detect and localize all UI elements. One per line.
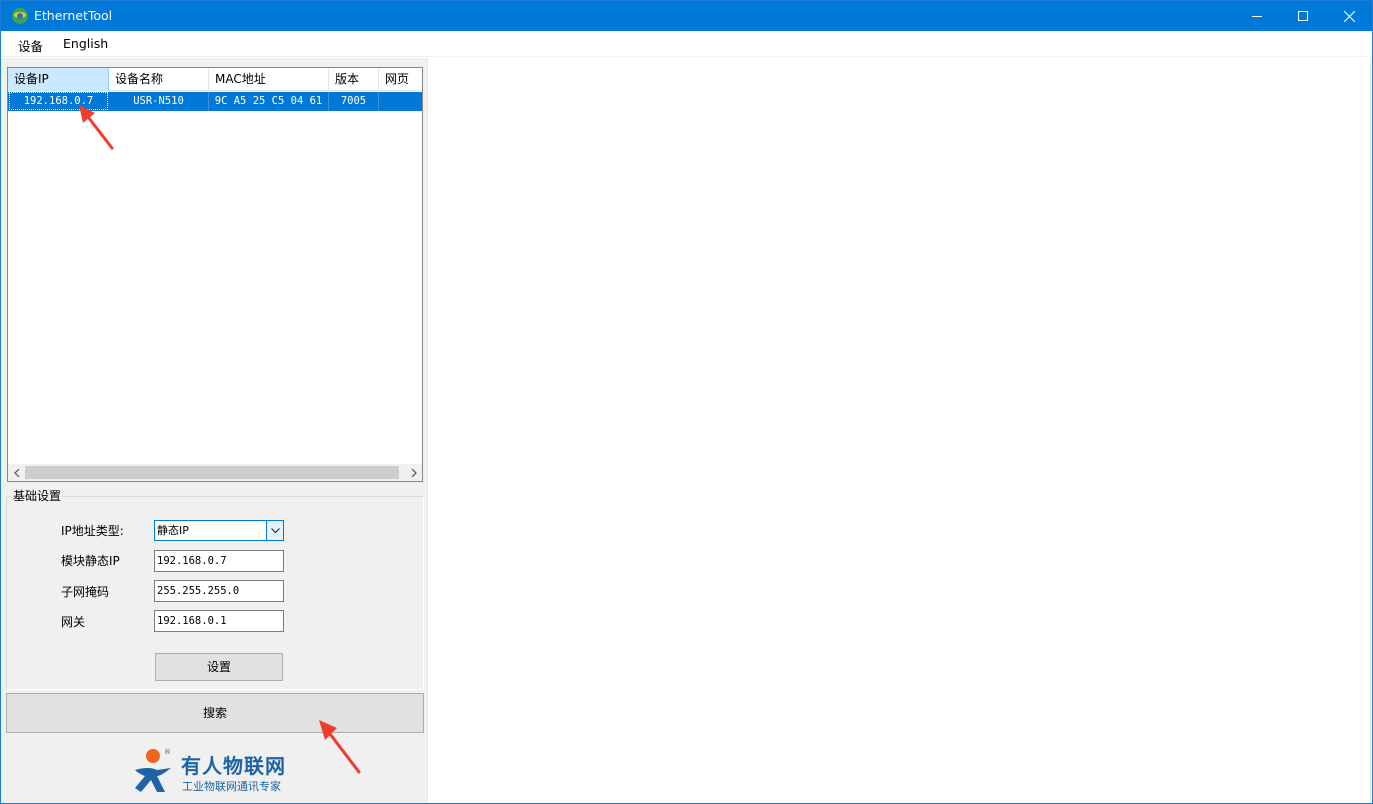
logo-mark-icon <box>135 749 171 792</box>
registered-mark: ® <box>164 748 171 756</box>
subnet-mask-label: 子网掩码 <box>61 585 110 599</box>
close-button[interactable] <box>1326 1 1372 31</box>
scroll-right-button[interactable] <box>405 464 422 481</box>
window-title: EthernetTool <box>34 8 113 23</box>
cell-web <box>379 92 422 111</box>
chevron-left-icon <box>13 468 19 477</box>
main-content-area <box>427 58 1371 803</box>
menu-english[interactable]: English <box>63 36 108 51</box>
horizontal-scrollbar[interactable] <box>8 464 422 481</box>
title-bar[interactable]: EthernetTool <box>1 1 1372 31</box>
table-row[interactable]: 192.168.0.7 USR-N510 9C A5 25 C5 04 61 7… <box>8 92 422 111</box>
column-header-ip[interactable]: 设备IP <box>8 68 109 91</box>
company-logo: ® 有人物联网 工业物联网通讯专家 <box>131 746 311 798</box>
column-header-version[interactable]: 版本 <box>329 68 379 91</box>
menu-bar: 设备 English <box>1 31 1372 57</box>
menu-device[interactable]: 设备 <box>18 36 43 55</box>
basic-settings-title: 基础设置 <box>11 487 64 504</box>
column-header-web[interactable]: 网页 <box>379 68 422 91</box>
gateway-label: 网关 <box>61 615 86 629</box>
dropdown-button[interactable] <box>266 521 283 540</box>
subnet-mask-input[interactable]: 255.255.255.0 <box>154 580 284 602</box>
close-icon <box>1343 10 1355 22</box>
minimize-button[interactable] <box>1234 1 1280 31</box>
list-header: 设备IP 设备名称 MAC地址 版本 网页 <box>8 68 422 91</box>
set-button[interactable]: 设置 <box>155 653 283 681</box>
chevron-down-icon <box>270 527 280 533</box>
minimize-icon <box>1252 16 1262 17</box>
logo-text: 有人物联网 <box>181 754 286 778</box>
maximize-button[interactable] <box>1280 1 1326 31</box>
cell-version: 7005 <box>329 92 379 111</box>
column-header-name[interactable]: 设备名称 <box>109 68 209 91</box>
cell-mac: 9C A5 25 C5 04 61 <box>209 92 329 111</box>
search-button[interactable]: 搜索 <box>6 693 424 733</box>
device-list[interactable]: 设备IP 设备名称 MAC地址 版本 网页 192.168.0.7 USR-N5… <box>7 67 423 482</box>
logo-tagline: 工业物联网通讯专家 <box>182 780 281 793</box>
chevron-right-icon <box>411 468 417 477</box>
app-icon <box>12 8 28 24</box>
gateway-input[interactable]: 192.168.0.1 <box>154 610 284 632</box>
ip-type-label: IP地址类型: <box>61 524 124 538</box>
ip-type-value: 静态IP <box>157 524 189 537</box>
column-header-mac[interactable]: MAC地址 <box>209 68 329 91</box>
cell-ip: 192.168.0.7 <box>9 92 108 110</box>
ip-type-select[interactable]: 静态IP <box>154 520 284 541</box>
cell-name: USR-N510 <box>109 92 209 111</box>
left-panel: 设备IP 设备名称 MAC地址 版本 网页 192.168.0.7 USR-N5… <box>1 58 427 803</box>
scroll-left-button[interactable] <box>8 464 25 481</box>
static-ip-label: 模块静态IP <box>61 554 120 568</box>
static-ip-input[interactable]: 192.168.0.7 <box>154 550 284 572</box>
scroll-thumb[interactable] <box>25 466 399 479</box>
app-window: EthernetTool 设备 English 设备IP 设备名称 MAC地址 … <box>0 0 1373 804</box>
maximize-icon <box>1298 11 1308 21</box>
